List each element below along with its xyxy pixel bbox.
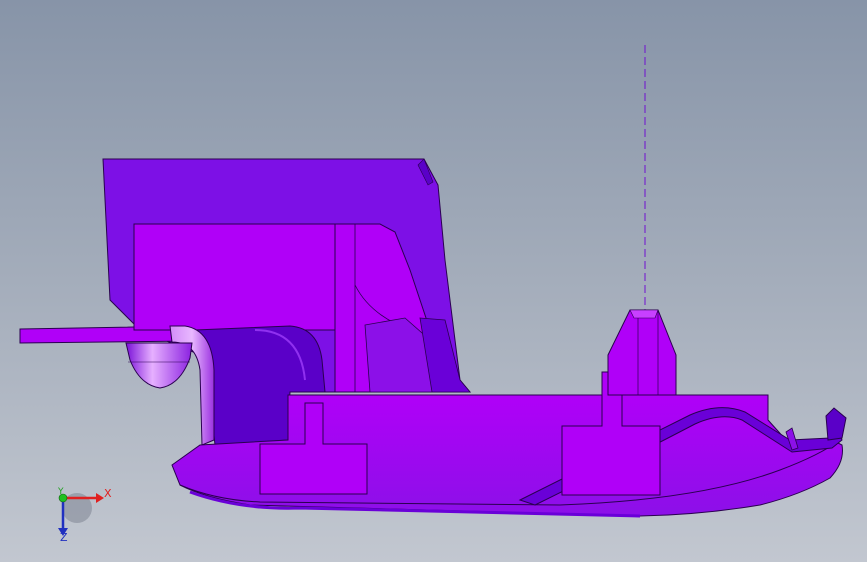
coordinate-triad [58,493,104,536]
triad-x-arrow [96,493,104,503]
triad-x-label: X [104,487,112,500]
end-tab[interactable] [825,407,847,441]
graphics-viewport[interactable]: X Y Z [0,0,867,562]
upper-body[interactable] [133,223,336,331]
part-model[interactable] [0,0,867,562]
conical-post[interactable] [607,309,677,396]
post-top-face [629,309,659,319]
triad-z-label: Z [60,531,68,544]
round-knob[interactable] [125,342,193,389]
triad-y-label: Y [58,487,64,497]
